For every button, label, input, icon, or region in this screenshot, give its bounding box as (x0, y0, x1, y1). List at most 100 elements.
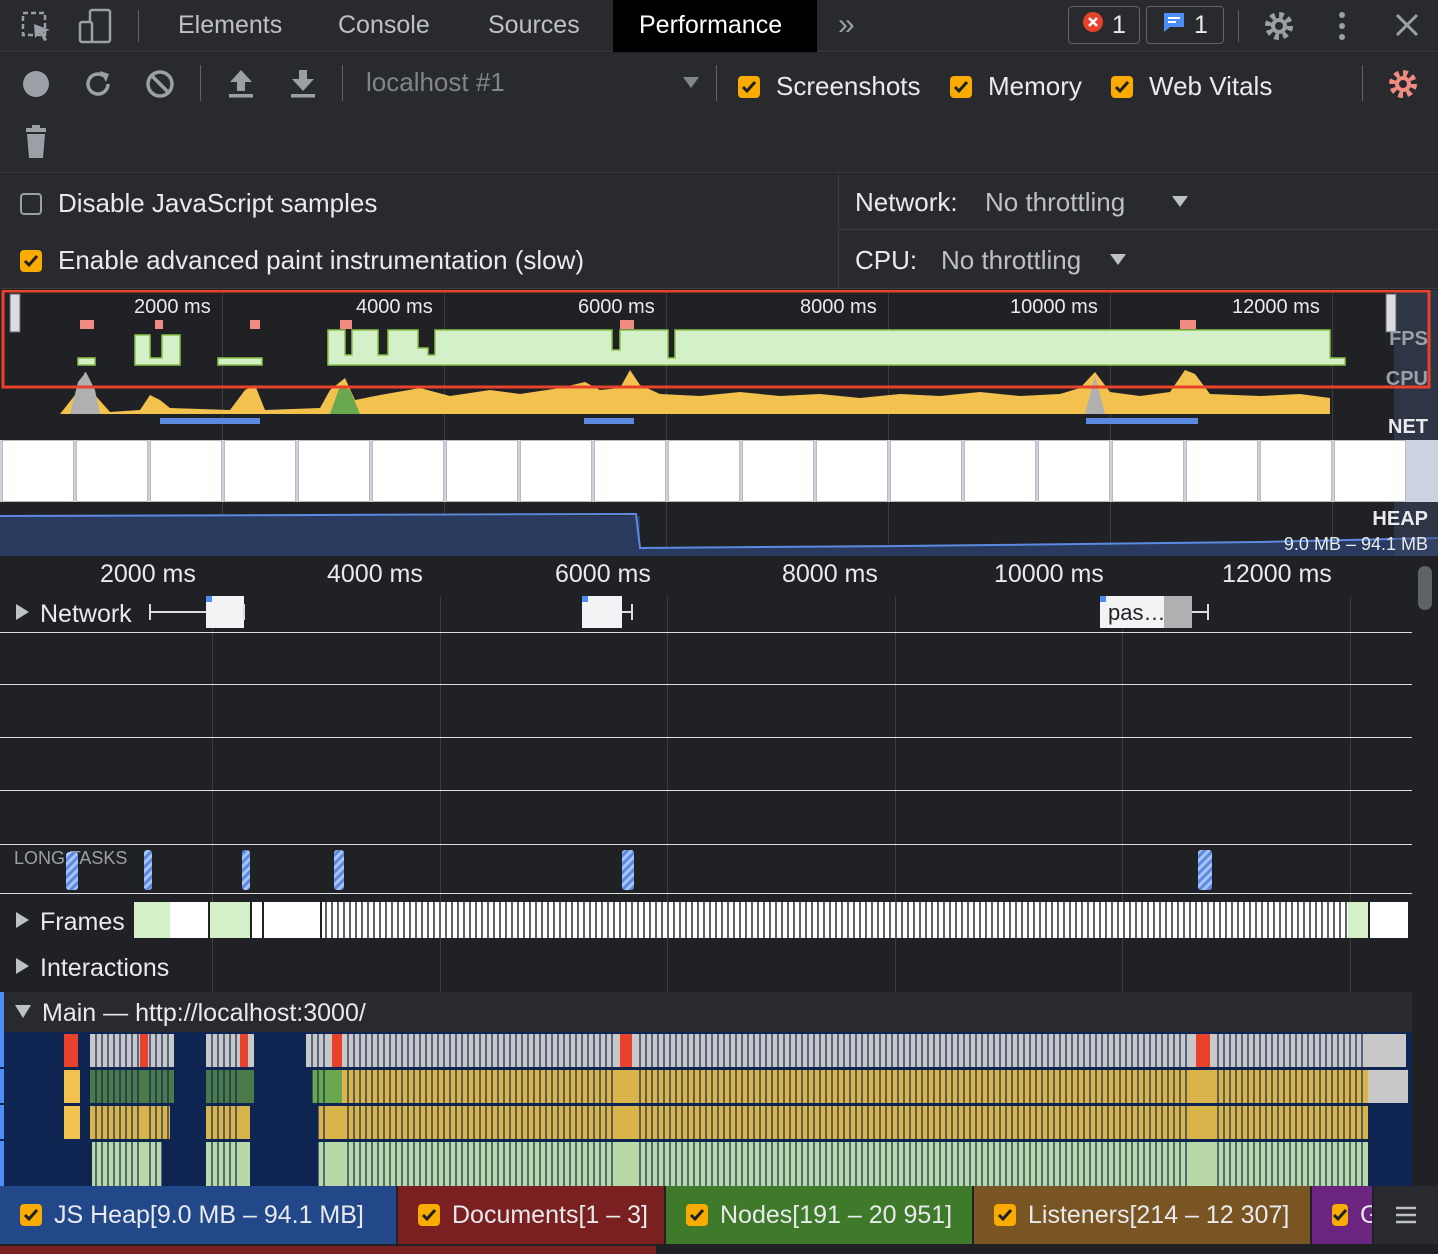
screenshot-thumbnail[interactable] (298, 440, 370, 502)
interactions-track-header[interactable]: Interactions (14, 954, 169, 983)
clear-icon[interactable] (144, 68, 176, 105)
screenshot-thumbnail[interactable] (76, 440, 148, 502)
save-profile-download-icon[interactable] (288, 67, 318, 104)
profile-select[interactable]: localhost #1 (366, 67, 505, 98)
expand-triangle-icon[interactable] (14, 957, 30, 980)
tab-elements[interactable]: Elements (152, 0, 308, 52)
screenshot-thumbnail[interactable] (1038, 440, 1110, 502)
timeline-overview[interactable]: 2000 ms 4000 ms 6000 ms 8000 ms 10000 ms… (0, 290, 1438, 556)
message-icon (1162, 10, 1186, 41)
tab-performance[interactable]: Performance (613, 0, 817, 52)
vertical-scrollbar[interactable] (1418, 566, 1432, 610)
screenshot-thumbnail[interactable] (2, 440, 74, 502)
screenshots-checkbox[interactable]: Screenshots (738, 71, 921, 102)
network-requests[interactable] (0, 592, 1412, 632)
frames-track-header[interactable]: Frames (14, 908, 125, 937)
cpu-throttling-select[interactable]: No throttling (941, 245, 1081, 276)
advanced-paint-checkbox[interactable]: Enable advanced paint instrumentation (s… (20, 245, 584, 276)
screenshot-thumbnail[interactable] (1334, 440, 1406, 502)
messages-badge[interactable]: 1 (1146, 6, 1224, 44)
web-vitals-label: Web Vitals (1149, 71, 1273, 101)
checkbox-checked-icon (738, 75, 760, 98)
disable-js-samples-checkbox[interactable]: Disable JavaScript samples (20, 188, 377, 219)
tab-sources[interactable]: Sources (462, 0, 606, 52)
device-toolbar-icon[interactable] (78, 8, 114, 44)
screenshot-thumbnail[interactable] (1260, 440, 1332, 502)
checkbox-checked-icon[interactable] (418, 1204, 440, 1226)
record-icon[interactable] (22, 70, 50, 103)
network-throttling-row: Network: No throttling (838, 174, 1438, 230)
capture-settings-pane: Disable JavaScript samples Enable advanc… (0, 174, 1438, 289)
profile-select-dropdown-icon[interactable] (682, 75, 700, 94)
main-track-header[interactable]: Main — http://localhost:3000/ (0, 992, 1412, 1032)
checkbox-checked-icon[interactable] (20, 1204, 42, 1226)
web-vitals-checkbox[interactable]: Web Vitals (1111, 71, 1272, 102)
network-graph (160, 418, 1198, 424)
capture-settings-gear-icon[interactable] (1386, 67, 1420, 106)
network-throttling-select[interactable]: No throttling (985, 187, 1125, 218)
errors-badge[interactable]: 1 (1068, 6, 1140, 44)
screenshot-thumbnail[interactable] (964, 440, 1036, 502)
dropped-frame-markers (80, 320, 1196, 329)
interactions-track-label: Interactions (40, 954, 170, 982)
selection-handle-left (9, 293, 21, 333)
collapse-triangle-icon[interactable] (14, 1003, 32, 1024)
network-dropdown-icon[interactable] (1171, 194, 1189, 213)
screenshot-thumbnail[interactable] (668, 440, 740, 502)
row-separator (0, 632, 1412, 633)
settings-gear-icon[interactable] (1262, 9, 1296, 48)
inspect-element-icon[interactable] (20, 10, 54, 44)
garbage-collect-trash-icon[interactable] (24, 125, 48, 164)
screenshot-thumbnail[interactable] (742, 440, 814, 502)
load-profile-upload-icon[interactable] (226, 67, 256, 104)
documents-label: Documents[1 – 3] (452, 1200, 648, 1229)
more-options-icon[interactable] (1332, 10, 1352, 47)
screenshot-thumbnail[interactable] (1112, 440, 1184, 502)
divider (138, 10, 139, 42)
checkbox-checked-icon[interactable] (1332, 1204, 1348, 1226)
timeline-flamechart[interactable]: 2000 ms 4000 ms 6000 ms 8000 ms 10000 ms… (0, 556, 1438, 1186)
expand-triangle-icon[interactable] (14, 911, 30, 934)
cpu-dropdown-icon[interactable] (1109, 252, 1127, 271)
documents-counter[interactable]: Documents[1 – 3] (398, 1186, 664, 1244)
devtools-tab-bar: Elements Console Sources Performance » 1… (0, 0, 1438, 52)
screenshot-thumbnail[interactable] (520, 440, 592, 502)
screenshot-thumbnail[interactable] (150, 440, 222, 502)
heap-range: 9.0 MB – 94.1 MB (1283, 534, 1428, 554)
timeline-tick: 12000 ms (1222, 560, 1332, 588)
screenshot-thumbnail[interactable] (1186, 440, 1258, 502)
memory-label: Memory (988, 71, 1082, 101)
long-tasks-track[interactable] (0, 848, 1412, 892)
screenshot-thumbnail[interactable] (594, 440, 666, 502)
more-tabs-button[interactable]: » (812, 0, 881, 52)
timeline-tick: 2000 ms (100, 560, 196, 588)
heap-graph (0, 512, 1438, 556)
screenshot-thumbnail[interactable] (816, 440, 888, 502)
screenshot-thumbnail[interactable] (372, 440, 444, 502)
close-icon[interactable] (1394, 12, 1420, 43)
checkbox-checked-icon[interactable] (994, 1204, 1016, 1226)
frames-track[interactable] (0, 902, 1412, 940)
checkbox-checked-icon[interactable] (686, 1204, 708, 1226)
js-heap-counter[interactable]: JS Heap[9.0 MB – 94.1 MB] (0, 1186, 396, 1244)
screenshots-label: Screenshots (776, 71, 921, 101)
divider (342, 65, 343, 101)
screenshot-thumbnail[interactable] (224, 440, 296, 502)
reload-record-icon[interactable] (82, 68, 114, 105)
network-throttling-label: Network: (855, 187, 958, 217)
tab-console[interactable]: Console (312, 0, 456, 52)
nodes-counter[interactable]: Nodes[191 – 20 951] (666, 1186, 972, 1244)
main-thread-flamechart[interactable] (0, 1032, 1412, 1186)
screenshot-thumbnail[interactable] (890, 440, 962, 502)
disable-js-samples-label: Disable JavaScript samples (58, 188, 378, 218)
performance-toolbar: localhost #1 Screenshots Memory Web Vita… (0, 53, 1438, 173)
gpu-memory-counter[interactable]: G (1312, 1186, 1372, 1244)
messages-count: 1 (1194, 10, 1208, 39)
advanced-paint-label: Enable advanced paint instrumentation (s… (58, 245, 585, 275)
net-label: NET (1388, 416, 1428, 438)
network-request-label[interactable]: pas… (1108, 600, 1165, 626)
listeners-counter[interactable]: Listeners[214 – 12 307] (974, 1186, 1310, 1244)
memory-checkbox[interactable]: Memory (950, 71, 1082, 102)
screenshot-thumbnail[interactable] (446, 440, 518, 502)
counters-menu-icon[interactable] (1374, 1186, 1438, 1244)
